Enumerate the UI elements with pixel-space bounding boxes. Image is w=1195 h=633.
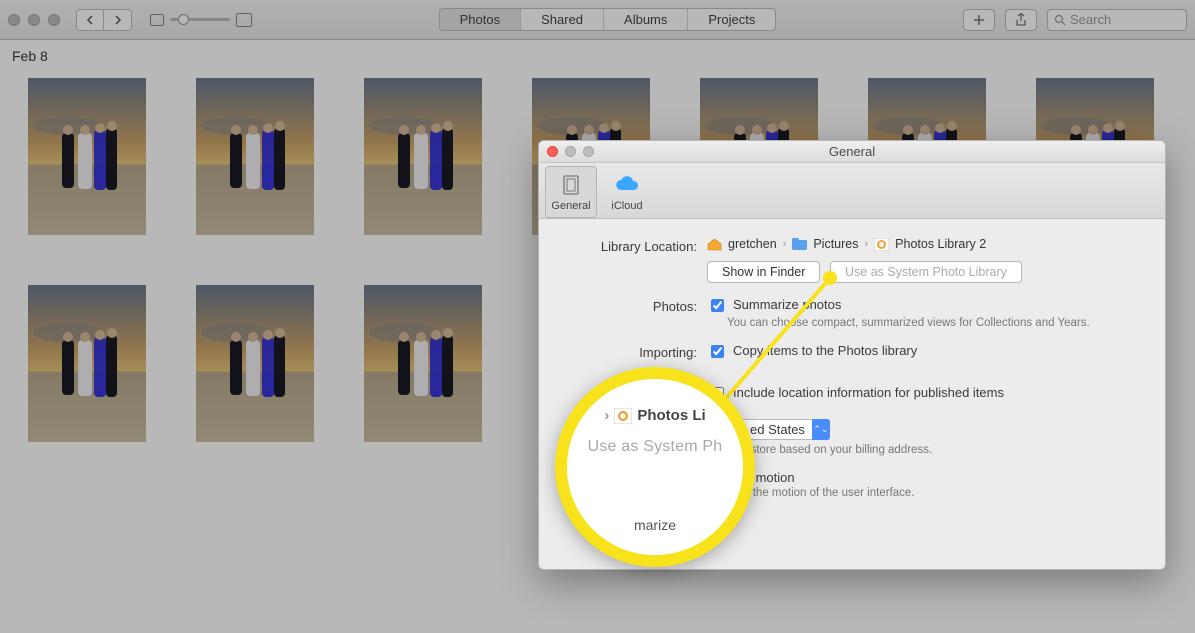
crumb-library[interactable]: Photos Library 2 [895,237,986,251]
tab-albums[interactable]: Albums [604,9,688,30]
reduce-motion-checkbox[interactable]: uce motion [731,470,1147,485]
share-icon [1015,13,1027,27]
photo-thumbnail[interactable] [196,285,314,442]
copy-items-checkbox[interactable]: Copy items to the Photos library [707,343,1147,361]
prefs-tab-label: iCloud [611,200,642,212]
prefs-titlebar: General [539,141,1165,163]
chevron-left-icon [86,15,94,25]
summarize-checkbox-input[interactable] [711,299,724,312]
pictures-folder-icon [792,238,807,251]
crumb-user[interactable]: gretchen [728,237,777,251]
copy-items-checkbox-input[interactable] [711,345,724,358]
icloud-icon [614,172,640,198]
photos-label: Photos: [557,297,707,329]
search-icon [1054,14,1066,26]
section-date: Feb 8 [12,48,48,64]
view-segmented-control: Photos Shared Albums Projects [439,8,777,31]
thumbnail-size-slider[interactable] [150,13,252,27]
summarize-sub: You can choose compact, summarized views… [727,317,1147,329]
photo-thumbnail[interactable] [196,78,314,235]
library-path-breadcrumb: gretchen › Pictures › Photos Library 2 [707,237,1147,251]
use-as-system-library-button[interactable]: Use as System Photo Library [830,261,1022,283]
prefs-tab-icloud[interactable]: iCloud [601,166,653,218]
photos-library-icon [614,408,632,424]
zoom-dot[interactable] [48,14,60,26]
home-folder-icon [707,238,722,251]
photos-library-icon [874,238,889,251]
minimize-dot[interactable] [28,14,40,26]
small-thumb-icon [150,14,164,26]
back-button[interactable] [76,9,104,31]
crumb-pictures[interactable]: Pictures [813,237,858,251]
search-field[interactable]: Search [1047,9,1187,31]
show-in-finder-button[interactable]: Show in Finder [707,261,820,283]
chevron-right-icon [114,15,122,25]
plus-icon [973,14,985,26]
callout-dot [823,271,837,285]
window-traffic-lights [8,14,60,26]
include-location-checkbox[interactable]: Include location information for publish… [707,385,1147,403]
magnifier-line2-text: Use as System Ph [588,438,723,456]
photos-toolbar: Photos Shared Albums Projects Search [0,0,1195,40]
prefs-title: General [539,144,1165,159]
right-tool-group: Search [963,9,1187,31]
prefs-tab-general[interactable]: General [545,166,597,218]
photo-thumbnail[interactable] [28,78,146,235]
large-thumb-icon [236,13,252,27]
print-store-sub: a store based on your billing address. [741,444,1147,456]
chevron-right-icon: › [864,238,868,250]
photo-content-icon [28,78,146,235]
library-location-label: Library Location: [557,237,707,283]
summarize-photos-checkbox[interactable]: Summarize photos [707,297,1147,315]
nav-back-forward [76,9,132,31]
photo-thumbnail[interactable] [28,285,146,442]
search-placeholder: Search [1070,12,1111,27]
close-dot[interactable] [8,14,20,26]
tab-photos[interactable]: Photos [440,9,521,30]
prefs-tab-bar: General iCloud [539,163,1165,219]
magnifier-callout: › Photos Li Use as System Ph marize [555,367,755,567]
summarize-label: Summarize photos [733,297,841,312]
general-icon [558,172,584,198]
tab-shared[interactable]: Shared [521,9,604,30]
magnifier-chevron-icon: › [604,407,609,424]
reduce-motion-sub-partial: uce the motion of the user interface. [731,487,1147,499]
tab-projects[interactable]: Projects [688,9,775,30]
chevron-right-icon: › [783,238,787,250]
magnifier-line1-text: Photos Li [637,407,705,424]
include-location-label: Include location information for publish… [733,385,1004,400]
copy-items-label: Copy items to the Photos library [733,343,917,358]
forward-button[interactable] [104,9,132,31]
add-button[interactable] [963,9,995,31]
photo-thumbnail[interactable] [364,78,482,235]
magnifier-line3-text: marize [634,517,676,533]
photo-thumbnail[interactable] [364,285,482,442]
share-button[interactable] [1005,9,1037,31]
prefs-tab-label: General [551,200,590,212]
